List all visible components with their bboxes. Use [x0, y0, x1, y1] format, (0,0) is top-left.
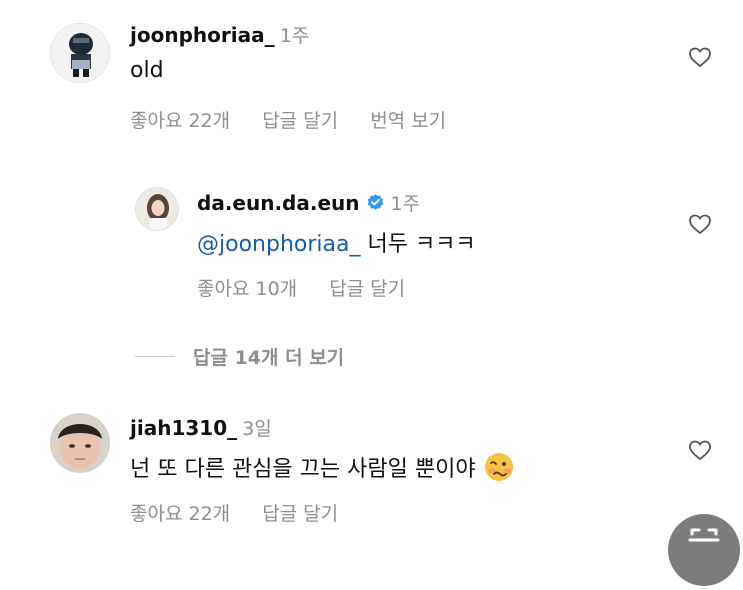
comment-actions: 좋아요 22개 답글 달기 번역 보기 — [130, 106, 472, 133]
reply-header: da.eun.da.eun 1주 — [197, 189, 420, 216]
likes-count[interactable]: 좋아요 22개 — [130, 503, 230, 525]
comment-header: joonphoriaa_ 1주 — [130, 21, 309, 48]
comment-time: 3일 — [242, 418, 272, 440]
comment-time: 1주 — [279, 25, 310, 47]
likes-count[interactable]: 좋아요 22개 — [130, 110, 230, 132]
heart-icon[interactable] — [687, 45, 713, 69]
verified-badge-icon — [367, 194, 383, 210]
comment-body: 넌 또 다른 관심을 끄는 사람일 뿐이야 — [130, 457, 476, 482]
comment-text: 넌 또 다른 관심을 끄는 사람일 뿐이야 — [130, 451, 514, 483]
comment-actions: 좋아요 22개 답글 달기 — [130, 499, 364, 526]
reply-button[interactable]: 답글 달기 — [262, 503, 338, 525]
divider-line — [135, 356, 175, 357]
woozy-face-emoji-icon — [484, 453, 513, 481]
view-more-replies[interactable]: 답글 14개 더 보기 — [135, 343, 344, 370]
comment-username[interactable]: joonphoriaa_ — [130, 23, 275, 47]
reply-button[interactable]: 답글 달기 — [262, 110, 338, 132]
screen-capture-button[interactable] — [668, 514, 740, 586]
avatar[interactable] — [50, 23, 110, 83]
reply-time: 1주 — [390, 193, 421, 215]
heart-icon[interactable] — [687, 212, 713, 236]
translate-button[interactable]: 번역 보기 — [370, 110, 446, 132]
reply-body: 너두 ㅋㅋㅋ — [367, 232, 476, 257]
reply-username[interactable]: da.eun.da.eun — [197, 191, 360, 215]
view-more-label: 답글 14개 더 보기 — [193, 347, 345, 369]
comment-text: old — [130, 58, 164, 83]
avatar[interactable] — [135, 187, 179, 231]
scan-frame-icon — [688, 528, 720, 542]
reply-text: @joonphoriaa_ 너두 ㅋㅋㅋ — [197, 226, 476, 258]
reply-actions: 좋아요 10개 답글 달기 — [197, 274, 431, 301]
reply-button[interactable]: 답글 달기 — [329, 278, 405, 300]
likes-count[interactable]: 좋아요 10개 — [197, 278, 297, 300]
heart-icon[interactable] — [687, 438, 713, 462]
mention-link[interactable]: @joonphoriaa_ — [197, 232, 360, 257]
avatar[interactable] — [50, 413, 110, 473]
comment-header: jiah1310_ 3일 — [130, 414, 272, 441]
comment-username[interactable]: jiah1310_ — [130, 416, 237, 440]
